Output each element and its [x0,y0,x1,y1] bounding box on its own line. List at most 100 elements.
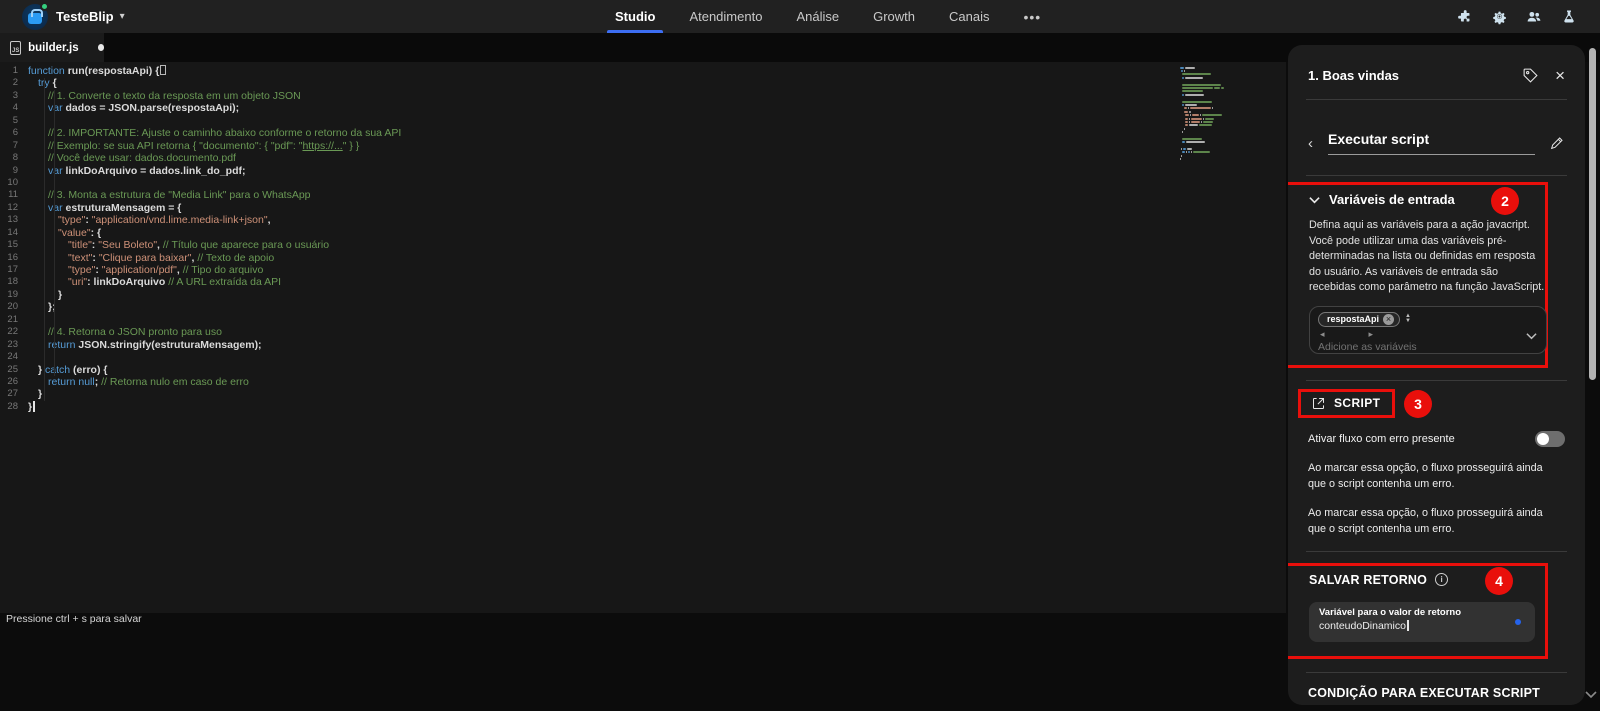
variable-chip[interactable]: respostaApi × [1318,311,1401,327]
code-line[interactable]: 8// Você deve usar: dados.documento.pdf [0,152,1286,164]
variables-dropdown-icon[interactable] [1526,327,1537,345]
save-return-title: SALVAR RETORNO [1309,572,1428,587]
sort-handle-icon[interactable]: ▲ ▼ [1405,313,1411,324]
scroll-down-icon[interactable] [1585,686,1597,704]
action-name-field[interactable]: Executar script [1328,131,1535,155]
line-number: 27 [7,388,18,400]
script-row: SCRIPT 3 [1298,388,1565,418]
text-cursor [1406,619,1409,631]
annotation-box-2: 2 Variáveis de entrada Defina aqui as va… [1288,182,1548,368]
editor-cursor [33,400,36,412]
js-file-icon: JS [10,40,22,55]
code-line[interactable]: 19} [0,289,1286,301]
block-config-panel: 1. Boas vindas × ‹ Executar script 2 Var… [1288,45,1585,705]
code-line[interactable]: 4 var dados = JSON.parse(respostaApi); [0,102,1286,114]
code-line[interactable]: 2try { [0,77,1286,89]
topbar-icons [1455,0,1578,33]
divider [1306,671,1567,673]
panel-scrollbar[interactable] [1589,48,1596,380]
condition-section-subtitle: Adicionar condições para execução do scr… [1308,705,1565,706]
code-line[interactable]: 6// 2. IMPORTANTE: Ajuste o caminho abai… [0,127,1286,139]
code-line[interactable]: 10 [0,177,1286,189]
code-line[interactable]: 9 var linkDoArquivo = dados.link_do_pdf; [0,165,1286,177]
line-number: 17 [7,264,18,275]
code-line[interactable]: 28} [0,400,1286,413]
puzzle-icon[interactable] [1455,8,1473,26]
indent-guide [44,78,45,401]
line-number: 10 [7,176,18,188]
close-icon[interactable]: × [1555,67,1565,84]
gear-icon[interactable] [1490,8,1508,26]
annotation-box-3: SCRIPT [1298,388,1396,418]
tag-icon[interactable] [1522,67,1539,84]
code-line[interactable]: 26 return null; // Retorna nulo em caso d… [0,376,1286,388]
line-number: 8 [12,152,18,164]
line-number: 13 [7,214,18,226]
nav-tab-studio[interactable]: Studio [606,0,664,33]
variables-section-title: Variáveis de entrada [1329,192,1455,207]
nav-tab-analise[interactable]: Análise [796,0,839,33]
pencil-icon[interactable] [1549,135,1565,151]
flask-icon[interactable] [1560,8,1578,26]
code-line[interactable]: 23 return JSON.stringify(estruturaMensage… [0,339,1286,351]
action-title-row: ‹ Executar script [1308,131,1565,155]
validation-dot [1515,618,1521,625]
annotation-box-4: 4 SALVAR RETORNO i Variável para o valor… [1288,562,1548,659]
blip-logo-icon [28,8,43,24]
users-icon[interactable] [1525,8,1543,26]
line-number: 4 [12,102,18,114]
nav-tab-growth[interactable]: Growth [873,0,915,33]
code-line[interactable]: 20}; [0,301,1286,313]
info-icon[interactable]: i [1435,573,1449,586]
line-number: 9 [12,164,18,176]
variables-input[interactable]: respostaApi × ▲ ▼ ◂ ▸ Adicione as variáve… [1309,305,1547,354]
code-line[interactable]: 16 "text": "Clique para baixar", // Texto… [0,252,1286,264]
divider [1306,550,1567,552]
code-line[interactable]: 7// Exemplo: se sua API retorna { "docum… [0,140,1286,152]
code-line[interactable]: 12 var estruturaMensagem = { [0,202,1286,214]
code-editor[interactable]: 1function run(respostaApi) {2try {3// 1.… [0,62,1286,613]
chips-prev-icon[interactable]: ◂ [1320,329,1325,340]
code-line[interactable]: 18 "uri": linkDoArquivo // A URL extraída… [0,276,1286,288]
open-script-button[interactable]: SCRIPT [1311,396,1380,411]
error-flow-toggle[interactable] [1535,430,1565,447]
nav-tab-canais[interactable]: Canais [949,0,989,33]
external-link-icon [1313,397,1324,409]
org-avatar [22,1,49,30]
action-name-text: Executar script [1328,131,1430,147]
divider [1306,175,1567,176]
code-line[interactable]: 13 "type": "application/vnd.lime.media-li… [0,214,1286,226]
nav-tab-atendimento[interactable]: Atendimento [689,0,762,33]
code-line[interactable]: 3// 1. Converte o texto da resposta em u… [0,90,1286,102]
code-line[interactable]: 24 [0,351,1286,363]
code-line[interactable]: 11// 3. Monta a estrutura de "Media Link… [0,189,1286,201]
minimap[interactable] [1180,66,1246,161]
remove-variable-icon[interactable]: × [1383,313,1395,325]
line-number: 25 [7,363,18,375]
code-line[interactable]: 14 "value": { [0,227,1286,239]
org-switcher[interactable]: TesteBlip ▾ [22,1,125,30]
code-line[interactable]: 25} catch (erro) { [0,364,1286,376]
line-number: 5 [12,114,18,126]
error-toggle-note-1: Ao marcar essa opção, o fluxo prosseguir… [1308,461,1543,490]
code-line[interactable]: 22// 4. Retorna o JSON pronto para uso [0,326,1286,338]
code-line[interactable]: 17 "type": "application/pdf", // Tipo do … [0,264,1286,276]
file-tab-builder-js[interactable]: JS builder.js [0,33,104,62]
return-variable-input[interactable]: Variável para o valor de retorno conteud… [1309,601,1535,642]
code-line[interactable]: 1 function run(respostaApi) { [0,65,1286,77]
variables-placeholder: Adicione as variáveis [1318,340,1417,353]
code-line[interactable]: 21 [0,314,1286,326]
error-toggle-row: Ativar fluxo com erro presente [1308,430,1565,447]
nav-more-button[interactable]: ••• [1023,9,1041,25]
chevron-left-icon[interactable]: ‹ [1308,135,1328,152]
indent-guide [54,90,55,376]
file-tab-label: builder.js [28,41,79,54]
code-line[interactable]: 15 "title": "Seu Boleto", // Título que a… [0,239,1286,251]
line-number: 15 [7,239,18,251]
org-name: TesteBlip [56,9,114,24]
code-line[interactable]: 5 [0,115,1286,127]
divider [1306,379,1567,381]
code-line[interactable]: 27} [0,388,1286,400]
chips-next-icon[interactable]: ▸ [1369,329,1374,340]
unsaved-changes-dot[interactable] [97,44,104,51]
